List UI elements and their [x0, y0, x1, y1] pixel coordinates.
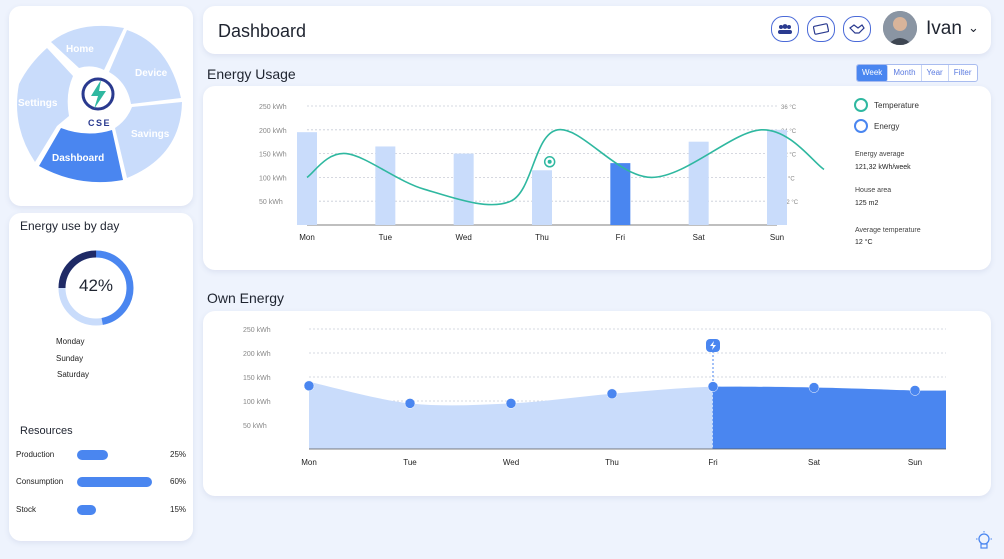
- legend-temperature-label: Temperature: [874, 100, 919, 110]
- y-tick-label: 250 kWh: [259, 104, 287, 111]
- nav-label-device: Device: [135, 68, 168, 79]
- data-point: [303, 380, 315, 392]
- stat-label-house-area: House area: [855, 187, 892, 194]
- x-tick-label: Thu: [605, 458, 619, 467]
- y-tick-label: 100 kWh: [243, 399, 271, 406]
- x-tick-label: Sun: [770, 233, 784, 242]
- bar: [688, 141, 709, 225]
- stat-value-energy-average: 121,32 kWh/week: [855, 164, 911, 171]
- bar: [610, 163, 631, 225]
- x-tick-label: Wed: [456, 233, 472, 242]
- x-tick-label: Fri: [616, 233, 626, 242]
- stat-label-average-temperature: Average temperature: [855, 227, 921, 234]
- day-percent-value: 42%: [78, 276, 114, 295]
- y-tick-label: 150 kWh: [259, 152, 287, 159]
- resource-percent-stock: 15%: [170, 505, 187, 514]
- chevron-down-icon[interactable]: ⌄: [968, 20, 979, 36]
- y-tick-label: 50 kWh: [243, 423, 267, 430]
- x-tick-label: Tue: [403, 458, 417, 467]
- data-point: [808, 382, 820, 393]
- x-tick-label: Tue: [379, 233, 393, 242]
- filter-year-button[interactable]: Year: [922, 65, 949, 81]
- page-title: Dashboard: [218, 21, 307, 41]
- data-point: [909, 385, 921, 396]
- y-tick-label: 100 kWh: [259, 175, 287, 182]
- ticket-icon[interactable]: [807, 16, 835, 42]
- stat-value-average-temperature: 12 °C: [855, 239, 873, 246]
- y-tick-label: 200 kWh: [243, 351, 271, 358]
- bar: [375, 146, 396, 225]
- stat-value-house-area: 125 m2: [855, 200, 879, 207]
- resource-bar-production: [77, 450, 108, 460]
- own-energy-title: Own Energy: [207, 290, 285, 306]
- y2-tick-label: 36 °C: [781, 105, 797, 111]
- data-point: [505, 398, 517, 409]
- stat-label-energy-average: Energy average: [855, 151, 905, 158]
- resource-label-stock: Stock: [16, 505, 37, 514]
- x-tick-label: Mon: [301, 458, 317, 467]
- bar: [532, 170, 552, 225]
- x-tick-label: Sun: [908, 458, 922, 467]
- header-bar: Dashboard Ivan ⌄: [203, 6, 991, 54]
- bar: [767, 129, 787, 225]
- handshake-icon[interactable]: [843, 16, 871, 42]
- x-tick-label: Fri: [708, 458, 718, 467]
- energy-by-day-card: Energy use by day 42% Monday Sunday Satu…: [9, 213, 193, 541]
- resource-percent-consumption: 60%: [170, 477, 187, 486]
- x-tick-label: Sat: [808, 458, 821, 467]
- own-energy-chart: 250 kWh 200 kWh 150 kWh 100 kWh 50 kWh Mon Tue…: [243, 327, 946, 467]
- y-tick-label: 50 kWh: [259, 199, 283, 206]
- nav-label-savings: Savings: [131, 129, 170, 140]
- y-tick-label: 150 kWh: [243, 375, 271, 382]
- y-tick-label: 200 kWh: [259, 128, 287, 135]
- avatar[interactable]: [883, 11, 917, 45]
- bar: [297, 132, 317, 225]
- energy-usage-title: Energy Usage: [207, 66, 296, 82]
- legend-energy[interactable]: Energy: [854, 119, 899, 133]
- resource-bar-consumption: [77, 477, 152, 487]
- temperature-marker-dot: [547, 159, 552, 164]
- energy-usage-chart: 250 kWh 36 °C200 kWh 24 °C150 kWh 12 °C100 …: [259, 104, 825, 242]
- nav-label-settings: Settings: [18, 98, 58, 109]
- day-item-saturday: Saturday: [57, 370, 90, 379]
- own-energy-card: 250 kWh 200 kWh 150 kWh 100 kWh 50 kWh Mon Tue…: [203, 311, 991, 496]
- x-tick-label: Wed: [503, 458, 519, 467]
- day-item-sunday: Sunday: [56, 354, 84, 363]
- energy-usage-card: 250 kWh 36 °C 200 kWh 24 °C 150 kWh 12 °C 100 …: [203, 86, 991, 270]
- bar: [453, 153, 474, 225]
- logo-text: CSE: [88, 118, 111, 128]
- filter-week-button[interactable]: Week: [857, 65, 889, 81]
- filter-group: Week Month Year Filter: [856, 64, 978, 82]
- day-item-monday: Monday: [56, 337, 85, 346]
- x-tick-label: Thu: [535, 233, 549, 242]
- resources-title: Resources: [20, 425, 73, 437]
- resource-label-consumption: Consumption: [16, 477, 64, 486]
- resource-bar-stock: [77, 505, 96, 515]
- x-tick-label: Sat: [693, 233, 706, 242]
- lightbulb-icon[interactable]: [975, 531, 993, 553]
- resource-percent-production: 25%: [170, 450, 187, 459]
- y-tick-label: 250 kWh: [243, 327, 271, 334]
- users-icon[interactable]: [771, 16, 799, 42]
- area-highlight: [713, 386, 946, 449]
- nav-label-dashboard: Dashboard: [52, 153, 104, 164]
- nav-wheel-card: Home Device Savings Dashboard Settings C…: [9, 6, 193, 206]
- filter-month-button[interactable]: Month: [888, 65, 922, 81]
- resource-label-production: Production: [16, 450, 55, 459]
- nav-label-home: Home: [66, 44, 94, 55]
- user-name[interactable]: Ivan: [926, 18, 962, 40]
- energy-by-day-title: Energy use by day: [20, 219, 120, 233]
- data-point: [707, 381, 719, 392]
- legend-temperature-ring: [854, 98, 868, 112]
- legend-energy-label: Energy: [874, 121, 900, 131]
- filter-button[interactable]: Filter: [949, 65, 977, 81]
- x-tick-label: Mon: [299, 233, 315, 242]
- legend-temperature[interactable]: Temperature: [854, 98, 919, 112]
- data-point: [404, 398, 416, 409]
- data-point: [606, 388, 618, 400]
- nav-wheel: Home Device Savings Dashboard Settings C…: [17, 25, 182, 183]
- legend-energy-ring: [854, 119, 868, 133]
